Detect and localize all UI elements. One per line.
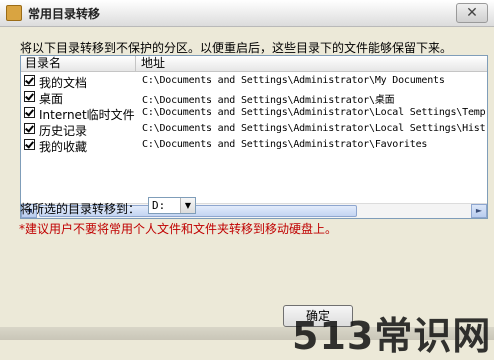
row-path: C:\Documents and Settings\Administrator\… (142, 107, 486, 118)
title-bar: 常用目录转移 ✕ (0, 0, 494, 27)
row-path: C:\Documents and Settings\Administrator\… (142, 95, 395, 106)
instruction-text: 将以下目录转移到不保护的分区。以便重启后，这些目录下的文件能够保留下来。 (20, 41, 453, 55)
chevron-down-icon[interactable]: ▼ (180, 198, 195, 213)
row-checkbox[interactable] (24, 107, 35, 118)
row-path: C:\Documents and Settings\Administrator\… (142, 123, 486, 134)
row-path: C:\Documents and Settings\Administrator\… (142, 75, 445, 86)
list-row[interactable]: 我的文档 C:\Documents and Settings\Administr… (21, 73, 487, 90)
scroll-right-icon[interactable]: ► (471, 204, 487, 218)
destination-select[interactable]: D: ▼ (148, 197, 196, 214)
destination-label: 将所选的目录转移到： (20, 202, 141, 216)
directory-list[interactable]: 目录名 地址 我的文档 C:\Documents and Settings\Ad… (20, 55, 488, 219)
list-row[interactable]: 我的收藏 C:\Documents and Settings\Administr… (21, 137, 487, 154)
row-checkbox[interactable] (24, 91, 35, 102)
dialog-body: 将以下目录转移到不保护的分区。以便重启后，这些目录下的文件能够保留下来。 目录名… (0, 27, 494, 358)
column-header-path[interactable]: 地址 (137, 56, 165, 71)
app-icon (6, 5, 22, 21)
column-header-name[interactable]: 目录名 (21, 56, 136, 71)
row-path: C:\Documents and Settings\Administrator\… (142, 139, 428, 150)
row-checkbox[interactable] (24, 123, 35, 134)
row-name: 我的收藏 (39, 140, 88, 154)
list-row[interactable]: Internet临时文件 C:\Documents and Settings\A… (21, 105, 487, 122)
row-checkbox[interactable] (24, 75, 35, 86)
close-button[interactable]: ✕ (456, 3, 488, 23)
row-checkbox[interactable] (24, 139, 35, 150)
warning-text: *建议用户不要将常用个人文件和文件夹转移到移动硬盘上。 (19, 222, 338, 236)
destination-value: D: (152, 199, 166, 212)
window-title: 常用目录转移 (28, 7, 101, 21)
list-row[interactable]: 桌面 C:\Documents and Settings\Administrat… (21, 89, 487, 106)
list-row[interactable]: 历史记录 C:\Documents and Settings\Administr… (21, 121, 487, 138)
list-header: 目录名 地址 (21, 56, 487, 72)
watermark: 513常识网 (292, 314, 492, 358)
